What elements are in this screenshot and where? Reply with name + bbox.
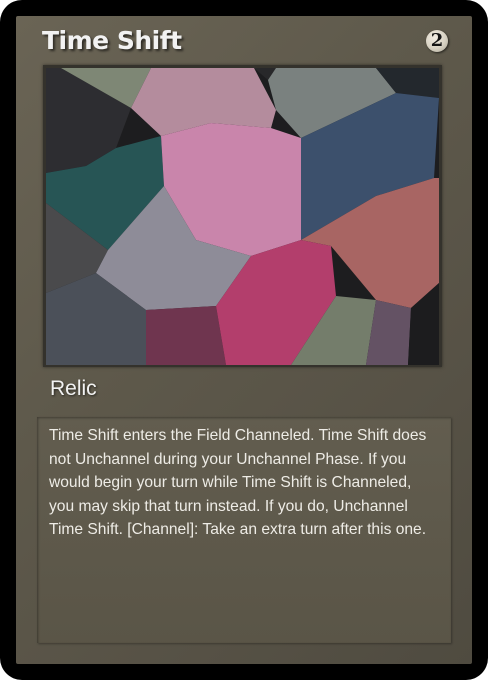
art-shard [146,306,226,365]
card-art [46,68,439,365]
card-cost: 2 [430,30,444,51]
card-type: Relic [50,377,97,400]
rules-text: Time Shift enters the Field Channeled. T… [49,427,427,538]
coin-icon: 2 [426,30,448,52]
rules-text-box: Time Shift enters the Field Channeled. T… [37,417,451,643]
card-art-frame [43,65,442,367]
game-card[interactable]: Time Shift 2 Relic Time Shift enters the… [0,0,488,680]
card-title: Time Shift [42,26,182,55]
